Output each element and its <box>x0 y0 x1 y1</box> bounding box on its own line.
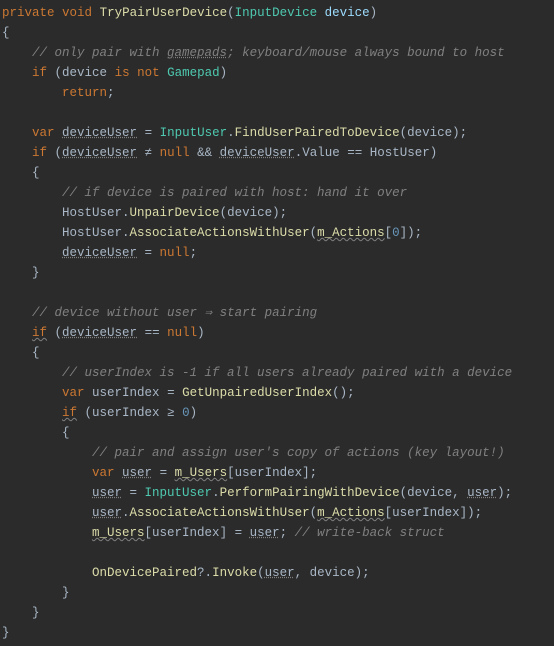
param: device <box>325 6 370 20</box>
comment: // only pair with gamepads; keyboard/mou… <box>32 46 505 60</box>
kw-private: private <box>2 6 55 20</box>
method: AssociateActionsWithUser <box>130 506 310 520</box>
type: InputUser <box>145 486 213 500</box>
var: user <box>92 506 122 520</box>
var: user <box>92 486 122 500</box>
var: deviceUser <box>220 146 295 160</box>
method: UnpairDevice <box>130 206 220 220</box>
kw-if: if <box>62 406 77 420</box>
method: PerformPairingWithDevice <box>220 486 400 500</box>
field: m_Users <box>92 526 145 540</box>
kw-return: return <box>62 86 107 100</box>
kw-null: null <box>167 326 197 340</box>
op-neq: ≠ <box>145 146 153 160</box>
kw-var: var <box>32 126 55 140</box>
type: Gamepad <box>167 66 220 80</box>
kw-null: null <box>160 246 190 260</box>
var: userIndex <box>152 526 220 540</box>
var: user <box>250 526 280 540</box>
comment: // userIndex is -1 if all users already … <box>62 366 512 380</box>
method: OnDevicePaired <box>92 566 197 580</box>
kw-if: if <box>32 326 47 340</box>
var: deviceUser <box>62 246 137 260</box>
code-block: private void TryPairUserDevice(InputDevi… <box>0 0 554 646</box>
ident: HostUser <box>370 146 430 160</box>
kw-void: void <box>62 6 92 20</box>
arg: user <box>265 566 295 580</box>
var: userIndex <box>235 466 303 480</box>
field: m_Users <box>175 466 228 480</box>
comment: // write-back struct <box>295 526 445 540</box>
ident: HostUser <box>62 206 122 220</box>
var: deviceUser <box>62 326 137 340</box>
kw-if: if <box>32 66 47 80</box>
arg: device <box>407 126 452 140</box>
ident: device <box>62 66 107 80</box>
op-eq: == <box>347 146 362 160</box>
comment: // pair and assign user's copy of action… <box>92 446 505 460</box>
op-eq: == <box>145 326 160 340</box>
var: userIndex <box>392 506 460 520</box>
method: Invoke <box>212 566 257 580</box>
type: InputDevice <box>235 6 318 20</box>
comment: // if device is paired with host: hand i… <box>62 186 407 200</box>
var: deviceUser <box>62 146 137 160</box>
method-name: TryPairUserDevice <box>100 6 228 20</box>
method: FindUserPairedToDevice <box>235 126 400 140</box>
arg: device <box>310 566 355 580</box>
number: 0 <box>182 406 190 420</box>
arg: device <box>227 206 272 220</box>
op-and: && <box>197 146 212 160</box>
method: AssociateActionsWithUser <box>130 226 310 240</box>
var: userIndex <box>92 386 160 400</box>
var: userIndex <box>92 406 160 420</box>
number: 0 <box>392 226 400 240</box>
arg: user <box>467 486 497 500</box>
arg: device <box>407 486 452 500</box>
comment: // device without user ⇒ start pairing <box>32 306 317 320</box>
type: InputUser <box>160 126 228 140</box>
kw-var: var <box>62 386 85 400</box>
field: m_Actions <box>317 226 385 240</box>
kw-is: is <box>115 66 130 80</box>
var-user: user <box>122 466 152 480</box>
var-deviceuser: deviceUser <box>62 126 137 140</box>
kw-var: var <box>92 466 115 480</box>
kw-if: if <box>32 146 47 160</box>
method: GetUnpairedUserIndex <box>182 386 332 400</box>
op-ge: ≥ <box>167 406 175 420</box>
kw-not: not <box>137 66 160 80</box>
ident: HostUser <box>62 226 122 240</box>
field: m_Actions <box>317 506 385 520</box>
kw-null: null <box>160 146 190 160</box>
prop: Value <box>302 146 340 160</box>
